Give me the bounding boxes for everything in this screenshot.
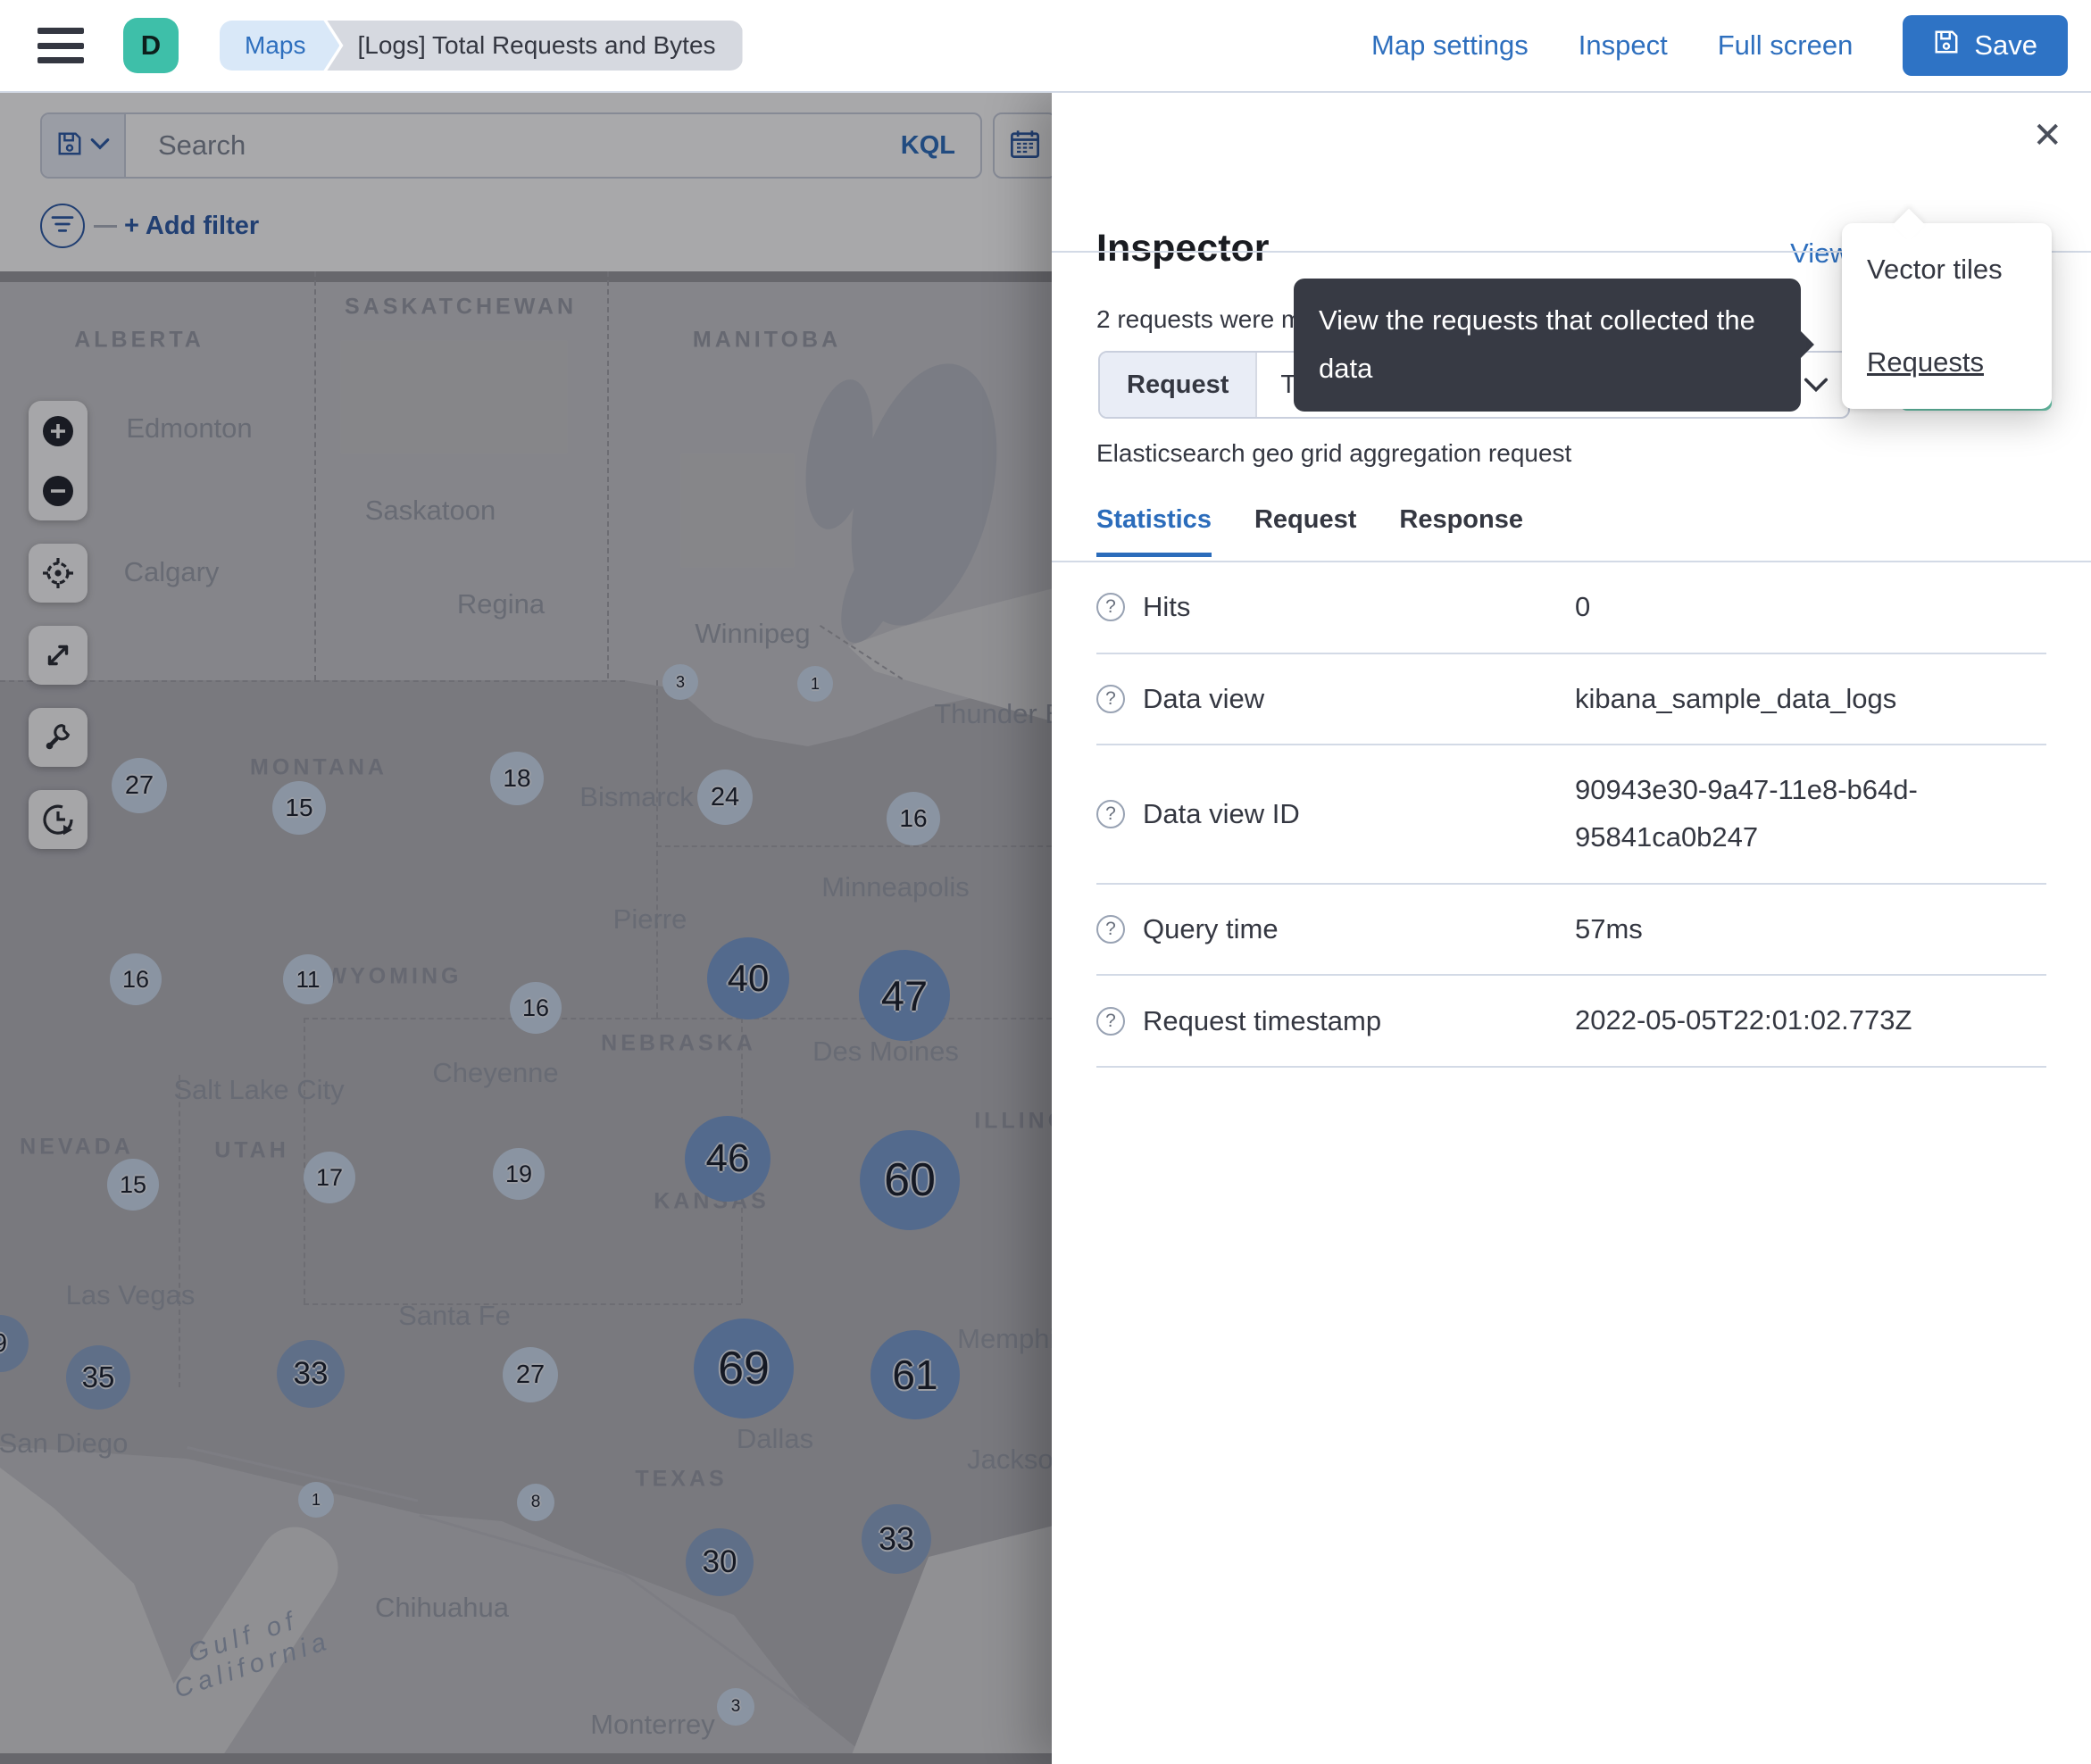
popover-arrow <box>1892 208 1926 242</box>
help-icon[interactable]: ? <box>1096 685 1125 714</box>
table-row: ? Hits 0 <box>1096 562 2046 654</box>
inspector-flyout: ✕ Inspector View: Requests 2 requests we… <box>1052 93 2091 1764</box>
tab-request[interactable]: Request <box>1254 505 1356 557</box>
row-value: 57ms <box>1575 912 1643 944</box>
menu-icon[interactable] <box>37 28 84 63</box>
table-row: ? Request timestamp 2022-05-05T22:01:02.77… <box>1096 976 2046 1069</box>
table-row: ? Data view kibana_sample_data_logs <box>1096 654 2046 746</box>
statistics-table: ? Hits 0? Data view kibana_sample_data_logs?… <box>1096 562 2046 1069</box>
tab-statistics[interactable]: Statistics <box>1096 505 1212 557</box>
view-popover: Vector tiles Requests <box>1842 208 2052 409</box>
page-title: Inspector <box>1096 227 1270 270</box>
help-icon[interactable]: ? <box>1096 593 1125 622</box>
help-icon[interactable]: ? <box>1096 915 1125 944</box>
table-row: ? Data view ID 90943e30-9a47-11e8-b64d-958… <box>1096 745 2046 885</box>
row-value: 2022-05-05T22:01:02.773Z <box>1575 1004 1912 1036</box>
help-icon[interactable]: ? <box>1096 800 1125 829</box>
tab-response[interactable]: Response <box>1399 505 1523 557</box>
map-settings-link[interactable]: Map settings <box>1371 29 1529 62</box>
avatar[interactable]: D <box>123 18 179 73</box>
requests-count-note: 2 requests were m <box>1096 305 1303 333</box>
breadcrumb-maps[interactable]: Maps <box>220 21 339 71</box>
breadcrumb: Maps [Logs] Total Requests and Bytes <box>220 21 743 71</box>
row-label: Data view <box>1143 683 1265 715</box>
request-selector-label: Request <box>1100 353 1258 417</box>
row-label: Query time <box>1143 913 1279 945</box>
full-screen-link[interactable]: Full screen <box>1718 29 1854 62</box>
view-tooltip: View the requests that collected the dat… <box>1294 279 1814 412</box>
row-label: Request timestamp <box>1143 1004 1382 1036</box>
row-value: kibana_sample_data_logs <box>1575 682 1897 714</box>
save-button[interactable]: Save <box>1903 15 2068 76</box>
app-header: D Maps [Logs] Total Requests and Bytes M… <box>0 0 2091 93</box>
inspector-tabs: Statistics Request Response <box>1096 505 1523 557</box>
breadcrumb-current: [Logs] Total Requests and Bytes <box>327 21 743 71</box>
row-label: Data view ID <box>1143 798 1300 830</box>
chevron-down-icon <box>1804 378 1829 393</box>
request-description: Elasticsearch geo grid aggregation reque… <box>1096 439 1572 467</box>
row-value: 90943e30-9a47-11e8-b64d-95841ca0b247 <box>1575 774 1918 853</box>
popover-item-vector-tiles[interactable]: Vector tiles <box>1867 254 2027 286</box>
close-icon[interactable]: ✕ <box>2032 118 2062 154</box>
row-value: 0 <box>1575 591 1591 622</box>
save-icon <box>1933 29 1960 62</box>
inspect-link[interactable]: Inspect <box>1579 29 1668 62</box>
help-icon[interactable]: ? <box>1096 1006 1125 1036</box>
popover-item-requests[interactable]: Requests <box>1867 346 2027 379</box>
table-row: ? Query time 57ms <box>1096 885 2046 977</box>
row-label: Hits <box>1143 591 1191 623</box>
